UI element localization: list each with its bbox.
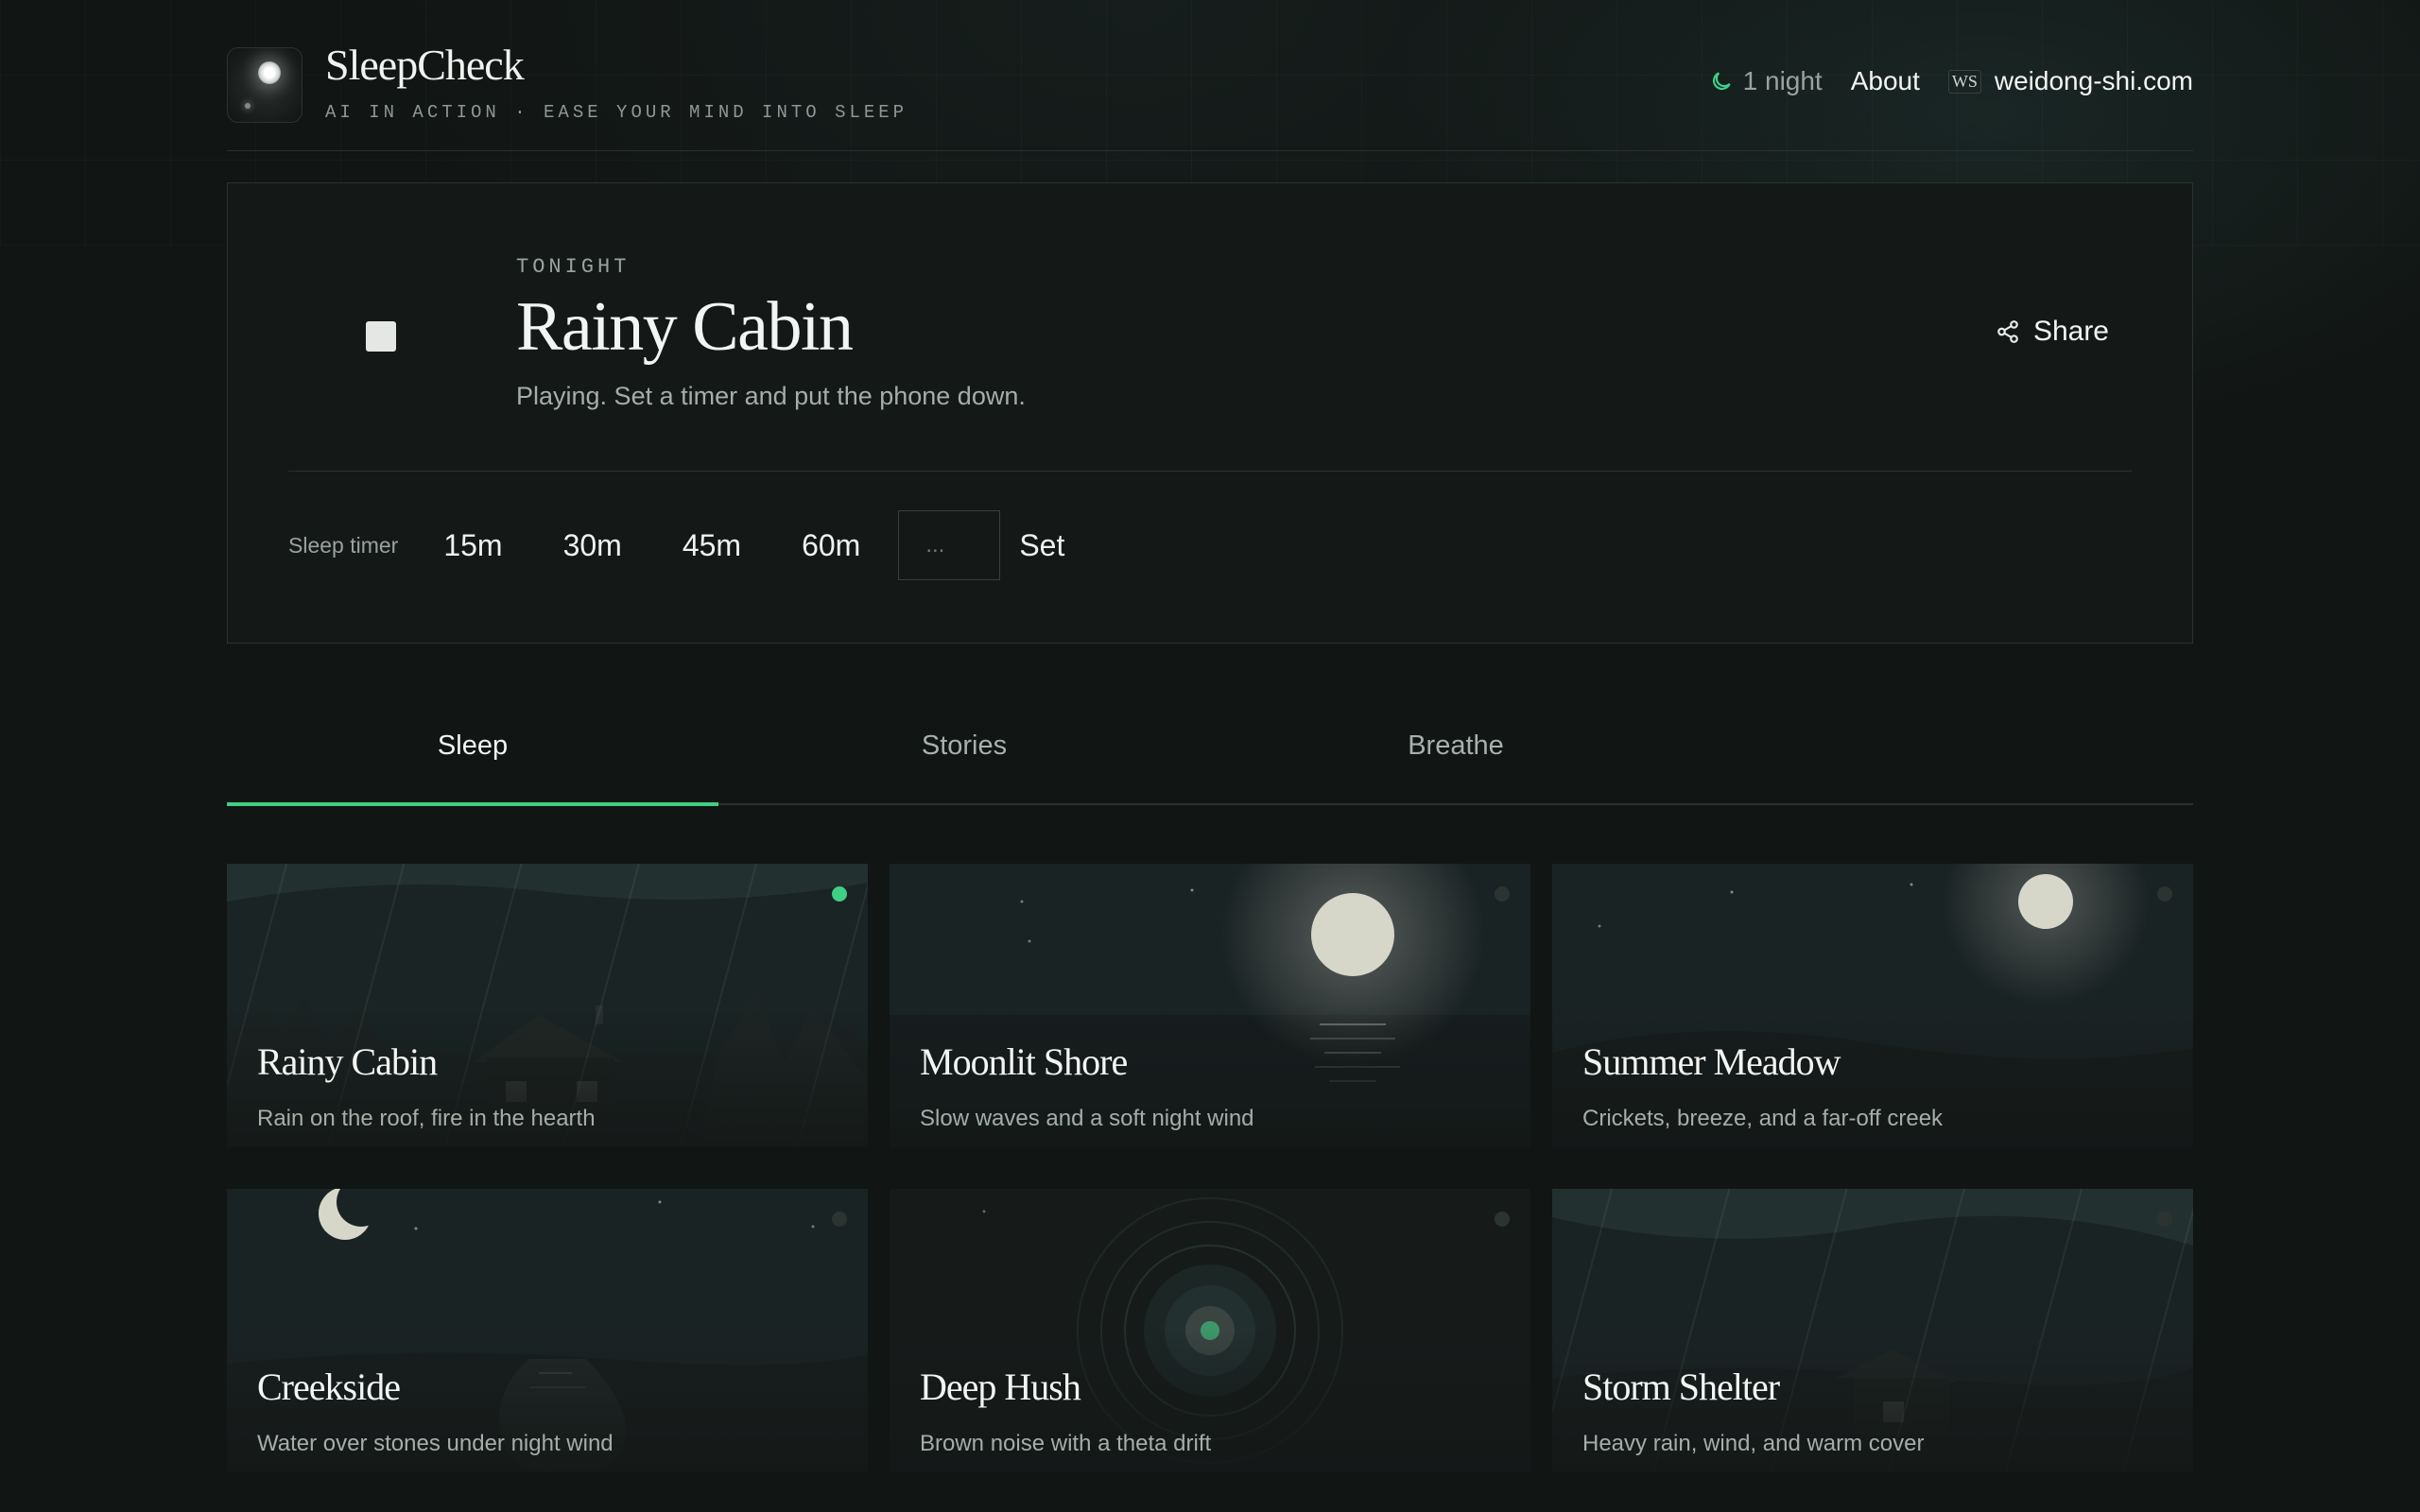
logo-moon <box>258 61 281 84</box>
site-label: weidong-shi.com <box>1994 66 2193 95</box>
card-title: Moonlit Shore <box>920 1040 1128 1083</box>
logo-star <box>245 103 251 109</box>
page: SleepCheck AI IN ACTION · EASE YOUR MIND… <box>227 0 2193 1472</box>
tab-bar: Sleep Stories Breathe <box>227 688 2193 806</box>
site-link[interactable]: WS weidong-shi.com <box>1947 66 2193 96</box>
playing-indicator <box>1495 1211 1510 1227</box>
app-title[interactable]: SleepCheck <box>325 40 525 90</box>
share-label: Share <box>2032 316 2109 347</box>
moon-icon <box>1712 72 1731 91</box>
now-playing-title: Rainy Cabin <box>516 288 854 366</box>
custom-timer-input[interactable] <box>898 510 1001 580</box>
playing-indicator <box>832 886 847 902</box>
card-subtitle: Crickets, breeze, and a far-off creek <box>1582 1106 1944 1131</box>
card-summer-meadow[interactable]: Summer Meadow Crickets, breeze, and a fa… <box>1552 864 2193 1147</box>
card-title: Creekside <box>257 1366 401 1408</box>
timer-30m-button[interactable]: 30m <box>563 528 622 563</box>
app-logo-icon[interactable] <box>227 47 302 123</box>
card-title: Storm Shelter <box>1582 1366 1780 1408</box>
tab-breathe[interactable]: Breathe <box>1210 688 1702 803</box>
header: SleepCheck AI IN ACTION · EASE YOUR MIND… <box>227 0 2193 151</box>
card-subtitle: Heavy rain, wind, and warm cover <box>1582 1431 1925 1456</box>
card-creekside[interactable]: Creekside Water over stones under night … <box>227 1189 868 1472</box>
timer-45m-button[interactable]: 45m <box>683 528 741 563</box>
timer-15m-button[interactable]: 15m <box>443 528 502 563</box>
sleep-timer-label: Sleep timer <box>288 532 399 558</box>
set-timer-button[interactable]: Set <box>1019 528 1064 563</box>
site-badge-icon: WS <box>1947 69 1981 94</box>
nights-count: 1 night <box>1742 66 1823 95</box>
card-subtitle: Water over stones under night wind <box>257 1431 614 1456</box>
header-nav: 1 night About WS weidong-shi.com <box>1709 66 2193 96</box>
card-title: Rainy Cabin <box>257 1040 438 1083</box>
playing-indicator <box>2157 886 2172 902</box>
divider <box>288 471 2132 472</box>
card-rainy-cabin[interactable]: Rainy Cabin Rain on the roof, fire in th… <box>227 864 868 1147</box>
card-deep-hush[interactable]: Deep Hush Brown noise with a theta drift <box>890 1189 1530 1472</box>
card-subtitle: Slow waves and a soft night wind <box>920 1106 1254 1131</box>
playing-indicator <box>2157 1211 2172 1227</box>
playing-indicator <box>832 1211 847 1227</box>
playing-indicator <box>1495 886 1510 902</box>
card-moonlit-shore[interactable]: Moonlit Shore Slow waves and a soft nigh… <box>890 864 1530 1147</box>
app-tagline: AI IN ACTION · EASE YOUR MIND INTO SLEEP <box>325 102 908 123</box>
nights-counter: 1 night <box>1709 66 1823 96</box>
tab-sleep[interactable]: Sleep <box>227 688 718 806</box>
now-playing-eyebrow: TONIGHT <box>516 255 631 279</box>
sleep-timer: Sleep timer 15m 30m 45m 60m Set <box>288 509 1064 581</box>
card-subtitle: Rain on the roof, fire in the hearth <box>257 1106 596 1131</box>
card-storm-shelter[interactable]: Storm Shelter Heavy rain, wind, and warm… <box>1552 1189 2193 1472</box>
card-subtitle: Brown noise with a theta drift <box>920 1431 1212 1456</box>
card-title: Deep Hush <box>920 1366 1081 1408</box>
timer-60m-button[interactable]: 60m <box>802 528 860 563</box>
now-playing-description: Playing. Set a timer and put the phone d… <box>516 382 1026 410</box>
share-button[interactable]: Share <box>1996 316 2109 348</box>
tab-stories[interactable]: Stories <box>718 688 1210 803</box>
about-link[interactable]: About <box>1851 66 1920 96</box>
stop-button[interactable] <box>366 321 396 352</box>
share-icon <box>1997 320 2018 343</box>
card-title: Summer Meadow <box>1582 1040 1841 1083</box>
now-playing-panel: TONIGHT Rainy Cabin Playing. Set a timer… <box>227 182 2193 644</box>
